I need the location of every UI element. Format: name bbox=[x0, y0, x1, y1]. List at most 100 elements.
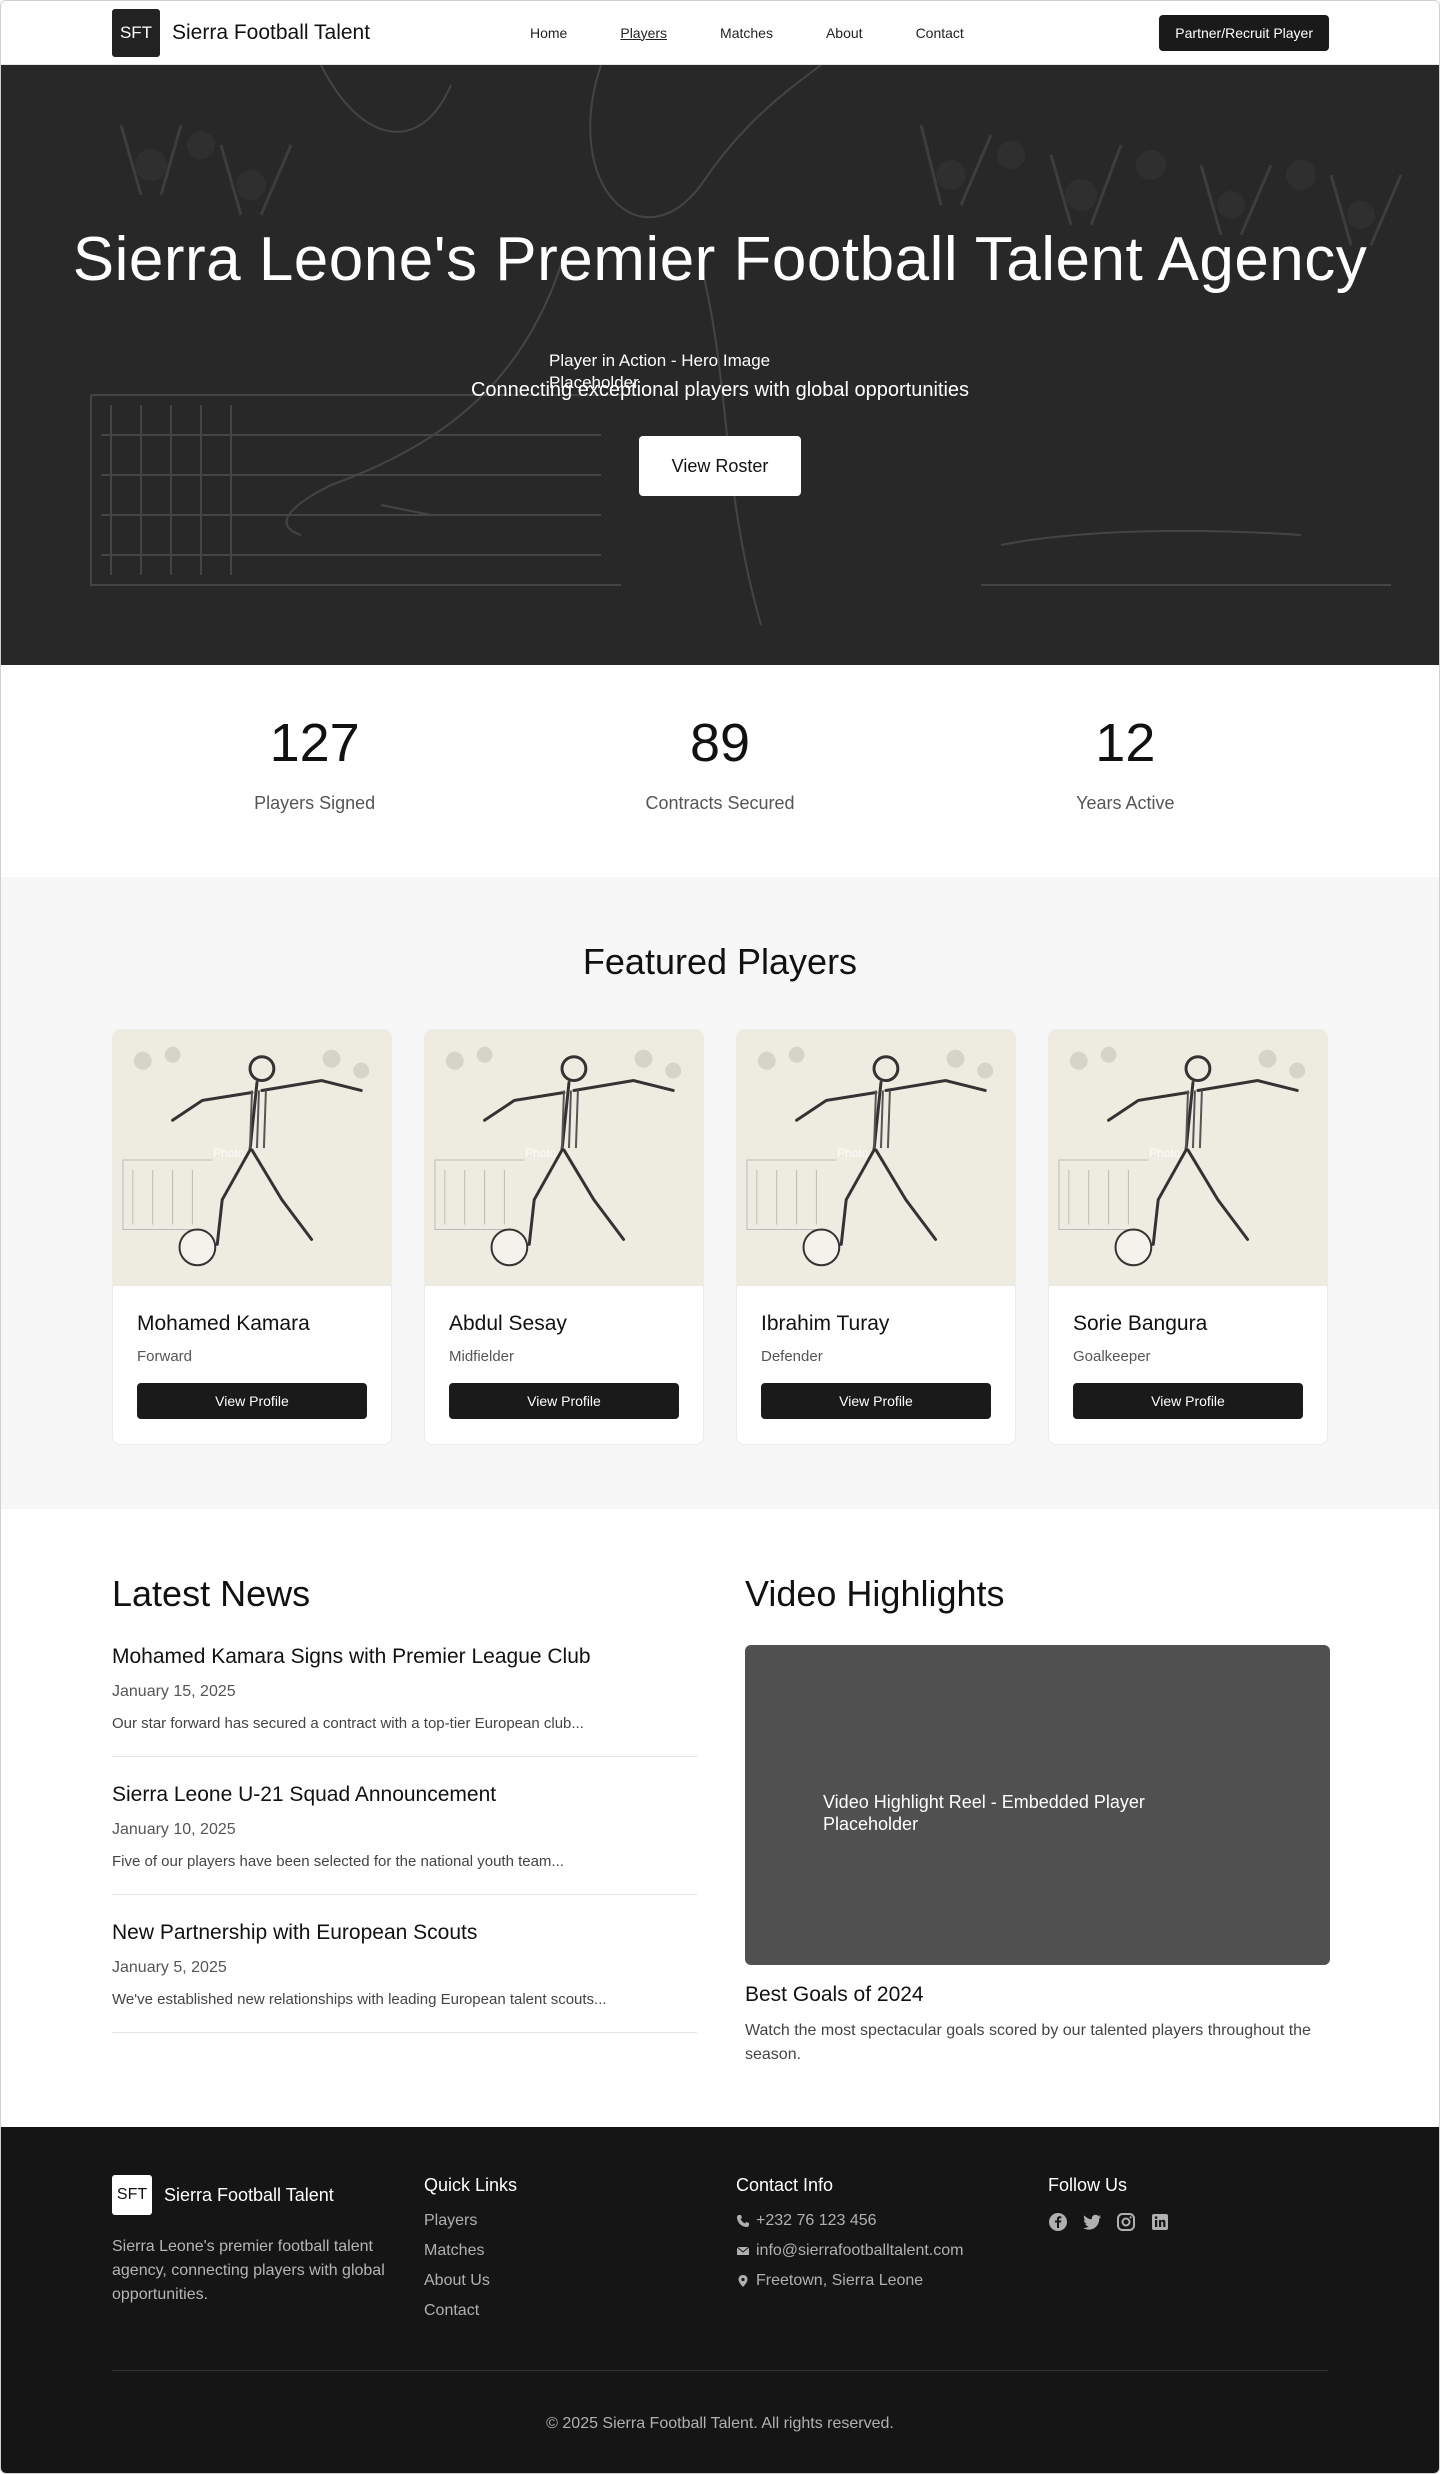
footer-brand: SFT Sierra Football Talent bbox=[112, 2175, 412, 2215]
news-date: January 10, 2025 bbox=[112, 1821, 236, 1838]
news-item[interactable]: Mohamed Kamara Signs with Premier League… bbox=[112, 1645, 697, 1757]
page: SFT Sierra Football Talent Home Players … bbox=[0, 0, 1440, 2474]
news-item[interactable]: New Partnership with European Scouts Jan… bbox=[112, 1921, 697, 2033]
contact-phone: +232 76 123 456 bbox=[736, 2212, 963, 2230]
video-clip-title: Best Goals of 2024 bbox=[745, 1983, 924, 2006]
photo-caption: Photo bbox=[1149, 1146, 1181, 1160]
player-photo: Photo bbox=[737, 1030, 1015, 1286]
video-player[interactable]: Video Highlight Reel - Embedded Player P… bbox=[745, 1645, 1330, 1965]
footer-quick-links: Quick Links Players Matches About Us Con… bbox=[424, 2175, 517, 2332]
logo: SFT bbox=[112, 8, 160, 57]
footer-brand-name: Sierra Football Talent bbox=[164, 2184, 334, 2205]
footer-link-about[interactable]: About Us bbox=[424, 2272, 517, 2290]
brand[interactable]: SFT Sierra Football Talent bbox=[112, 8, 370, 57]
card-body: Mohamed Kamara Forward View Profile bbox=[113, 1286, 391, 1444]
player-position: Goalkeeper bbox=[1073, 1348, 1151, 1365]
facebook-icon[interactable] bbox=[1048, 2212, 1068, 2232]
player-name: Mohamed Kamara bbox=[137, 1312, 310, 1335]
player-card: Photo Ibrahim Turay Defender View Profil… bbox=[736, 1029, 1016, 1445]
stat-years-active: 12 Years Active bbox=[923, 713, 1328, 877]
hero-content: Sierra Leone's Premier Football Talent A… bbox=[1, 65, 1439, 665]
player-name: Abdul Sesay bbox=[449, 1312, 567, 1335]
stat-label: Players Signed bbox=[254, 793, 376, 813]
address-text: Freetown, Sierra Leone bbox=[756, 2272, 924, 2289]
featured-title: Featured Players bbox=[582, 941, 858, 982]
news-excerpt: Five of our players have been selected f… bbox=[112, 1853, 564, 1870]
footer: SFT Sierra Football Talent Sierra Leone'… bbox=[1, 2127, 1439, 2473]
news-item[interactable]: Sierra Leone U-21 Squad Announcement Jan… bbox=[112, 1783, 697, 1895]
copyright: © 2025 Sierra Football Talent. All right… bbox=[546, 2415, 894, 2432]
player-sketch-image bbox=[737, 1030, 1015, 1286]
player-name: Sorie Bangura bbox=[1073, 1312, 1208, 1335]
social-icons bbox=[1048, 2212, 1170, 2232]
footer-description: Sierra Leone's premier football talent a… bbox=[112, 2238, 385, 2303]
stat-value: 12 bbox=[1095, 713, 1156, 773]
player-position: Midfielder bbox=[449, 1348, 515, 1365]
hero: Sierra Leone's Premier Football Talent A… bbox=[1, 65, 1439, 665]
photo-caption: Photo bbox=[837, 1146, 869, 1160]
stat-contracts-secured: 89 Contracts Secured bbox=[517, 713, 922, 877]
phone-text: +232 76 123 456 bbox=[756, 2212, 877, 2229]
phone-icon bbox=[737, 2215, 749, 2227]
follow-title: Follow Us bbox=[1048, 2175, 1128, 2195]
video-placeholder: Video Highlight Reel - Embedded Player P… bbox=[823, 1792, 1145, 1834]
video-title: Video Highlights bbox=[745, 1573, 1005, 1614]
view-profile-button[interactable]: View Profile bbox=[449, 1383, 679, 1419]
player-photo: Photo bbox=[113, 1030, 391, 1286]
featured-players-section: Featured Players Photo Mohamed Kamara Fo… bbox=[1, 877, 1439, 1509]
player-cards: Photo Mohamed Kamara Forward View Profil… bbox=[112, 1029, 1328, 1445]
player-photo: Photo bbox=[1049, 1030, 1327, 1286]
view-profile-button[interactable]: View Profile bbox=[137, 1383, 367, 1419]
nav-about[interactable]: About bbox=[826, 25, 863, 41]
nav-home[interactable]: Home bbox=[530, 25, 567, 41]
player-position: Defender bbox=[761, 1348, 823, 1365]
twitter-icon[interactable] bbox=[1082, 2212, 1102, 2232]
nav-matches[interactable]: Matches bbox=[720, 25, 773, 41]
footer-link-players[interactable]: Players bbox=[424, 2212, 517, 2230]
player-position: Forward bbox=[137, 1348, 193, 1365]
news-excerpt: Our star forward has secured a contract … bbox=[112, 1715, 584, 1732]
stat-label: Years Active bbox=[1076, 793, 1175, 813]
news-headline[interactable]: Mohamed Kamara Signs with Premier League… bbox=[112, 1645, 697, 1669]
top-nav: SFT Sierra Football Talent Home Players … bbox=[1, 1, 1439, 65]
footer-contact-info: Contact Info +232 76 123 456 info@sierra… bbox=[736, 2175, 963, 2302]
view-profile-button[interactable]: View Profile bbox=[1073, 1383, 1303, 1419]
instagram-icon[interactable] bbox=[1116, 2212, 1136, 2232]
footer-link-contact[interactable]: Contact bbox=[424, 2302, 517, 2320]
hero-subtitle: Connecting exceptional players with glob… bbox=[470, 379, 970, 401]
photo-caption: Photo bbox=[525, 1146, 557, 1160]
photo-caption: Photo bbox=[213, 1146, 245, 1160]
contact-info-title: Contact Info bbox=[736, 2175, 834, 2195]
player-card: Photo Mohamed Kamara Forward View Profil… bbox=[112, 1029, 392, 1445]
partner-recruit-button[interactable]: Partner/Recruit Player bbox=[1159, 14, 1329, 51]
news-video-section: Latest News Mohamed Kamara Signs with Pr… bbox=[1, 1509, 1439, 2127]
contact-email[interactable]: info@sierrafootballtalent.com bbox=[736, 2242, 963, 2260]
view-profile-button[interactable]: View Profile bbox=[761, 1383, 991, 1419]
player-card: Photo Abdul Sesay Midfielder View Profil… bbox=[424, 1029, 704, 1445]
nav-players[interactable]: Players bbox=[620, 25, 667, 41]
hero-title: Sierra Leone's Premier Football Talent A… bbox=[72, 225, 1368, 294]
view-roster-button[interactable]: View Roster bbox=[639, 436, 801, 496]
nav-links: Home Players Matches About Contact bbox=[530, 25, 1017, 41]
video-clip-desc: Watch the most spectacular goals scored … bbox=[745, 2022, 1311, 2063]
quick-links-title: Quick Links bbox=[424, 2175, 518, 2195]
stat-value: 89 bbox=[689, 713, 751, 773]
latest-news: Latest News Mohamed Kamara Signs with Pr… bbox=[112, 1573, 697, 2059]
player-sketch-image bbox=[113, 1030, 391, 1286]
news-headline[interactable]: Sierra Leone U-21 Squad Announcement bbox=[112, 1783, 697, 1807]
footer-divider bbox=[112, 2370, 1328, 2371]
news-headline[interactable]: New Partnership with European Scouts bbox=[112, 1921, 697, 1945]
footer-brand-col: SFT Sierra Football Talent Sierra Leone'… bbox=[112, 2175, 412, 2307]
linkedin-icon[interactable] bbox=[1150, 2212, 1170, 2232]
player-sketch-image bbox=[1049, 1030, 1327, 1286]
stats-section: 127 Players Signed 89 Contracts Secured … bbox=[1, 665, 1439, 877]
news-date: January 5, 2025 bbox=[112, 1959, 227, 1976]
news-title: Latest News bbox=[112, 1573, 311, 1614]
location-pin-icon bbox=[738, 2275, 748, 2287]
footer-logo: SFT bbox=[112, 2175, 152, 2215]
nav-contact[interactable]: Contact bbox=[916, 25, 964, 41]
stat-players-signed: 127 Players Signed bbox=[112, 713, 517, 877]
footer-link-matches[interactable]: Matches bbox=[424, 2242, 517, 2260]
stat-label: Contracts Secured bbox=[645, 793, 795, 813]
player-sketch-image bbox=[425, 1030, 703, 1286]
